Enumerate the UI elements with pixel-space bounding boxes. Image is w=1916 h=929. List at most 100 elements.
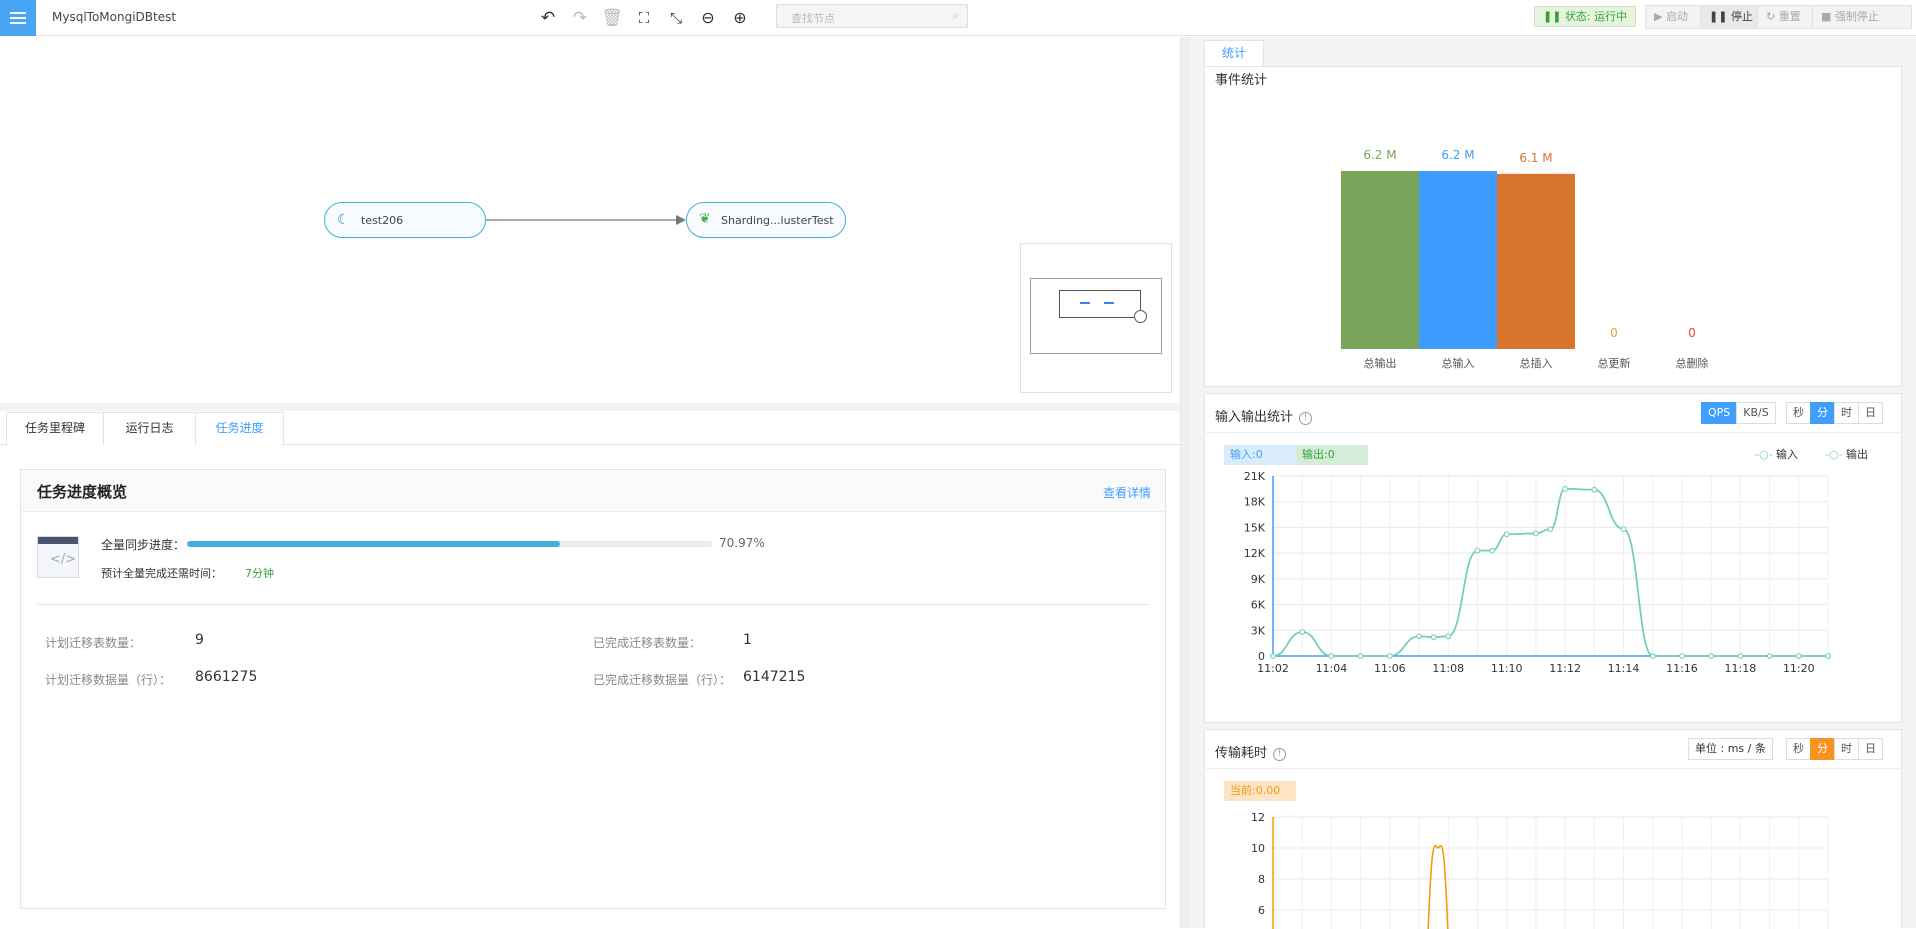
data-point[interactable] [1387, 653, 1393, 659]
range-hour-button[interactable]: 时 [1834, 402, 1859, 424]
data-point[interactable] [1416, 633, 1422, 640]
bar-category-label: 总插入 [1520, 356, 1553, 370]
latency-info-icon[interactable]: ! [1273, 748, 1287, 761]
fullscreen-icon[interactable]: ⛶ [632, 6, 656, 30]
tab-milestones[interactable]: 任务里程碑 [6, 412, 104, 445]
data-point[interactable] [1708, 653, 1714, 659]
info-icon[interactable]: ! [1299, 412, 1313, 425]
reset-button[interactable]: ↻ 重置 [1757, 5, 1813, 29]
y-tick-label: 3K [1251, 624, 1266, 637]
stop-button[interactable]: ❚❚ 停止 [1700, 5, 1758, 29]
data-point[interactable] [1357, 653, 1364, 659]
tab-task-progress[interactable]: 任务进度 [195, 412, 284, 446]
latency-panel: 传输耗时! 单位 : ms / 条 秒 分 时 日 当前:0.00 12 10 8 6 [1204, 729, 1902, 929]
pause-icon: ❚❚ [1709, 10, 1731, 23]
trash-icon[interactable]: 🗑 [600, 6, 624, 30]
x-tick-label: 11:18 [1725, 662, 1757, 675]
running-icon: ❚❚ [1543, 10, 1565, 23]
unit-kbs-button[interactable]: KB/S [1736, 402, 1776, 424]
tab-run-logs[interactable]: 运行日志 [103, 412, 196, 445]
event-stats-panel: 事件统计 6.2 M 总输出 6.2 M 总输入 6.1 M 总插入 0 总更新 0 总删除 [1204, 66, 1902, 387]
event-stats-title: 事件统计 [1215, 73, 1268, 88]
bar-1[interactable] [1419, 171, 1497, 349]
data-point[interactable] [1679, 653, 1685, 659]
data-point[interactable] [1445, 633, 1452, 640]
range-minute-button[interactable]: 分 [1810, 402, 1835, 424]
eta-label: 预计全量完成还需时间： [101, 567, 222, 580]
io-range-toggle: 秒 分 时 日 [1786, 402, 1883, 424]
io-stats-panel: 输入输出统计! QPS KB/S 秒 分 时 日 输入:0 输出:0 -○- 输… [1204, 393, 1902, 723]
y-tick-label: 21K [1244, 470, 1266, 483]
data-point[interactable] [1737, 653, 1744, 659]
data-point[interactable] [1547, 526, 1554, 532]
data-point[interactable] [1562, 486, 1568, 492]
mongodb-leaf-icon: ❦ [699, 211, 711, 227]
latency-line-chart: 12 10 8 6 [1251, 811, 1829, 929]
done-tables-value: 1 [743, 632, 752, 648]
x-tick-label: 11:08 [1432, 662, 1464, 675]
start-button[interactable]: ▶ 启动 [1645, 5, 1701, 29]
canvas-minimap[interactable] [1020, 243, 1172, 393]
square-stop-icon: ■ [1821, 10, 1835, 23]
full-sync-percent: 70.97% [719, 536, 765, 550]
latency-range-second[interactable]: 秒 [1786, 738, 1811, 760]
minimap-resize-handle[interactable] [1134, 310, 1147, 323]
status-text: 状态: 运行中 [1564, 10, 1628, 23]
view-details-link[interactable]: 查看详情 [1103, 484, 1151, 501]
unit-qps-button[interactable]: QPS [1701, 402, 1738, 424]
legend-output-label: 输出 [1846, 448, 1869, 461]
redo-icon[interactable]: ↷ [568, 6, 592, 30]
data-point[interactable] [1795, 653, 1802, 659]
data-point[interactable] [1474, 547, 1481, 554]
range-second-button[interactable]: 秒 [1786, 402, 1811, 424]
legend-output[interactable]: -○- 输出 [1825, 446, 1868, 462]
y-tick-label: 18K [1244, 496, 1266, 509]
vertical-splitter[interactable] [1180, 37, 1189, 928]
latency-range-minute[interactable]: 分 [1810, 738, 1835, 760]
force-stop-label: 强制停止 [1834, 10, 1879, 23]
legend-input[interactable]: -○- 输入 [1755, 446, 1798, 462]
data-point[interactable] [1270, 653, 1276, 659]
bar-value-label: 0 [1688, 326, 1696, 340]
bar-category-label: 总更新 [1598, 356, 1631, 370]
data-point[interactable] [1489, 547, 1495, 554]
data-point[interactable] [1649, 653, 1656, 659]
latency-range-day[interactable]: 日 [1858, 738, 1883, 760]
dataflow-canvas[interactable]: ☾ test206 ❦ Sharding...lusterTest [0, 37, 1180, 403]
task-title: MysqlToMongiDBtest [52, 10, 177, 24]
data-point[interactable] [1430, 634, 1437, 640]
data-point[interactable] [1328, 653, 1335, 659]
latency-unit-select[interactable]: 单位 : ms / 条 [1688, 738, 1773, 760]
data-point[interactable] [1620, 526, 1627, 532]
bar-2[interactable] [1497, 173, 1575, 349]
latency-range-hour[interactable]: 时 [1834, 738, 1859, 760]
data-point[interactable] [1766, 653, 1773, 659]
bar-0[interactable] [1341, 171, 1419, 349]
output-badge: 输出:0 [1296, 445, 1368, 465]
planned-rows-value: 8661275 [195, 669, 258, 685]
io-line-chart: 03K6K9K12K15K18K21K11:02 11:04 11:06 11:08 1… [1244, 470, 1831, 675]
tab-statistics[interactable]: 统计 [1204, 40, 1264, 66]
series-line [1272, 488, 1828, 657]
play-icon: ▶ [1654, 10, 1666, 23]
latency-unit-label[interactable]: 单位 : ms / 条 [1688, 738, 1773, 760]
connection-arrow[interactable] [486, 212, 686, 228]
data-point[interactable] [1299, 629, 1306, 635]
search-placeholder: 查找节点 [791, 12, 835, 25]
node-search-input[interactable]: 查找节点 ⌕ [776, 4, 968, 28]
hamburger-menu-icon[interactable] [0, 0, 36, 36]
zoom-out-icon[interactable]: ⊖ [696, 6, 720, 30]
zoom-in-icon[interactable]: ⊕ [728, 6, 752, 30]
search-icon[interactable]: ⌕ [952, 8, 959, 23]
force-stop-button[interactable]: ■ 强制停止 [1812, 5, 1912, 29]
horizontal-splitter[interactable] [0, 403, 1180, 411]
data-point[interactable] [1591, 486, 1598, 493]
data-point[interactable] [1503, 531, 1510, 538]
target-node[interactable]: ❦ Sharding...lusterTest [686, 202, 846, 238]
fit-view-icon[interactable]: ⤡ [664, 6, 688, 30]
source-node[interactable]: ☾ test206 [324, 202, 486, 238]
data-point[interactable] [1825, 653, 1831, 659]
data-point[interactable] [1533, 530, 1539, 537]
undo-icon[interactable]: ↶ [536, 6, 560, 30]
range-day-button[interactable]: 日 [1858, 402, 1883, 424]
